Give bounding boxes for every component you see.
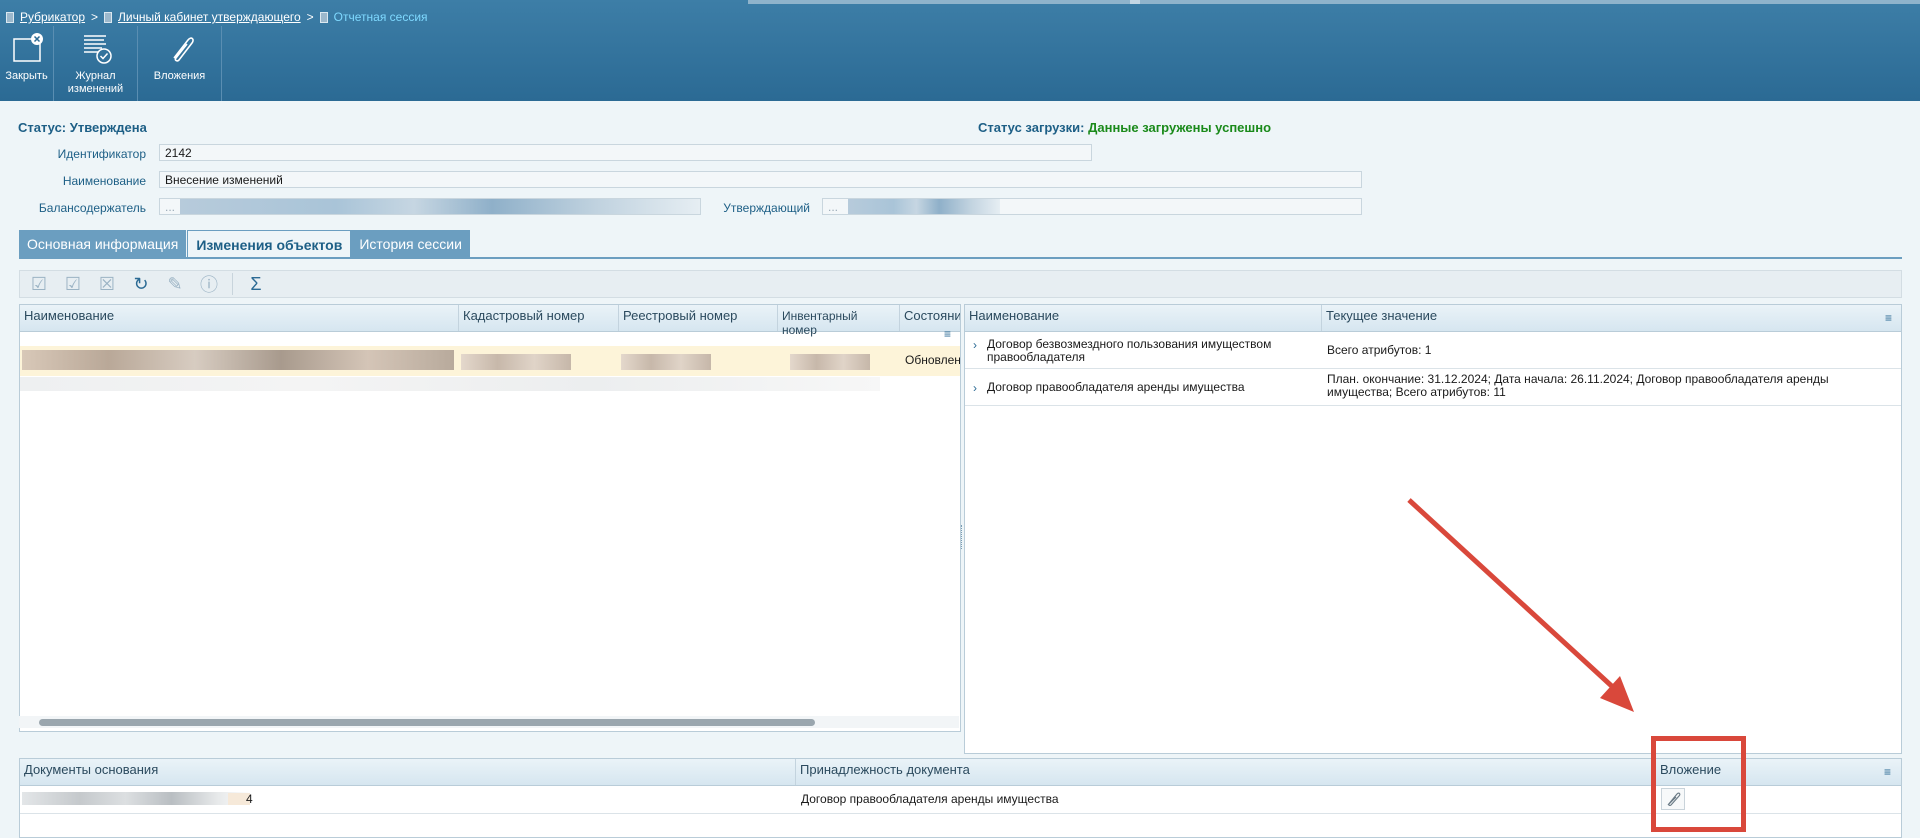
annotation-highlight-box bbox=[1651, 736, 1746, 832]
annotation-arrow bbox=[1407, 498, 1634, 712]
